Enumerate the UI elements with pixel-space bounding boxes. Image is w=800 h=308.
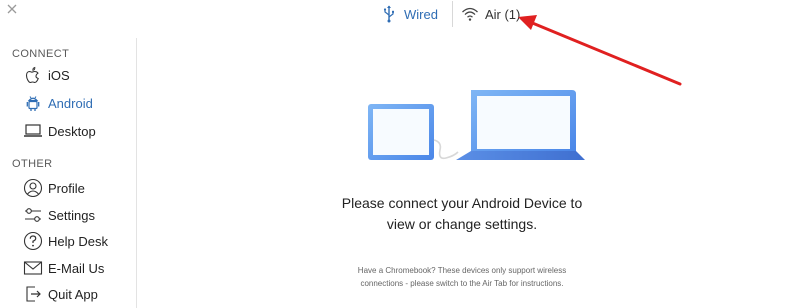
sidebar-item-settings[interactable]: Settings — [0, 203, 135, 227]
apple-icon — [22, 64, 44, 86]
sidebar-item-android-label: Android — [48, 95, 93, 111]
note-line-1: Have a Chromebook? These devices only su… — [357, 266, 567, 275]
profile-icon — [22, 177, 44, 199]
sidebar-item-ios[interactable]: iOS — [0, 63, 135, 87]
sidebar-item-email-us-label: E-Mail Us — [48, 260, 105, 276]
email-icon — [22, 257, 44, 279]
sidebar-item-help-desk[interactable]: Help Desk — [0, 229, 135, 253]
sidebar-item-profile[interactable]: Profile — [0, 176, 135, 200]
quit-icon — [22, 283, 44, 305]
section-title-connect: CONNECT — [12, 48, 70, 60]
sidebar-item-quit-app-label: Quit App — [48, 286, 98, 302]
sidebar-item-settings-label: Settings — [48, 207, 95, 223]
tab-air[interactable]: Air (1) — [461, 1, 520, 27]
connection-tabs: Wired Air (1) — [380, 0, 520, 28]
connect-device-message: Please connect your Android Device to vi… — [300, 193, 624, 235]
close-button[interactable] — [5, 2, 19, 16]
settings-icon — [22, 204, 44, 226]
sidebar-item-quit-app[interactable]: Quit App — [0, 282, 135, 306]
tablet-graphic — [368, 104, 434, 160]
devices-illustration — [368, 90, 585, 160]
laptop-icon — [22, 120, 44, 142]
section-title-other: OTHER — [12, 158, 53, 170]
sidebar-item-email-us[interactable]: E-Mail Us — [0, 256, 135, 280]
sidebar: CONNECT iOS Android Desktop OTHER Profil… — [0, 38, 137, 308]
sidebar-item-ios-label: iOS — [48, 67, 70, 83]
usb-icon — [380, 5, 398, 23]
sidebar-item-desktop-label: Desktop — [48, 123, 96, 139]
wifi-icon — [461, 5, 479, 23]
message-line-1: Please connect your Android Device to — [341, 195, 583, 211]
tab-wired[interactable]: Wired — [380, 1, 438, 27]
tab-wired-label: Wired — [404, 6, 438, 22]
tab-divider — [451, 1, 453, 27]
help-icon — [22, 230, 44, 252]
close-icon — [7, 4, 17, 14]
android-icon — [22, 92, 44, 114]
note-line-2: connections - please switch to the Air T… — [360, 279, 564, 288]
sidebar-item-help-desk-label: Help Desk — [48, 233, 108, 249]
sidebar-item-profile-label: Profile — [48, 180, 85, 196]
laptop-graphic — [456, 90, 585, 160]
sidebar-item-desktop[interactable]: Desktop — [0, 119, 135, 143]
sidebar-item-android[interactable]: Android — [0, 91, 135, 115]
message-line-2: view or change settings. — [386, 216, 538, 232]
tab-air-label: Air (1) — [484, 6, 521, 22]
chromebook-note: Have a Chromebook? These devices only su… — [340, 264, 584, 290]
